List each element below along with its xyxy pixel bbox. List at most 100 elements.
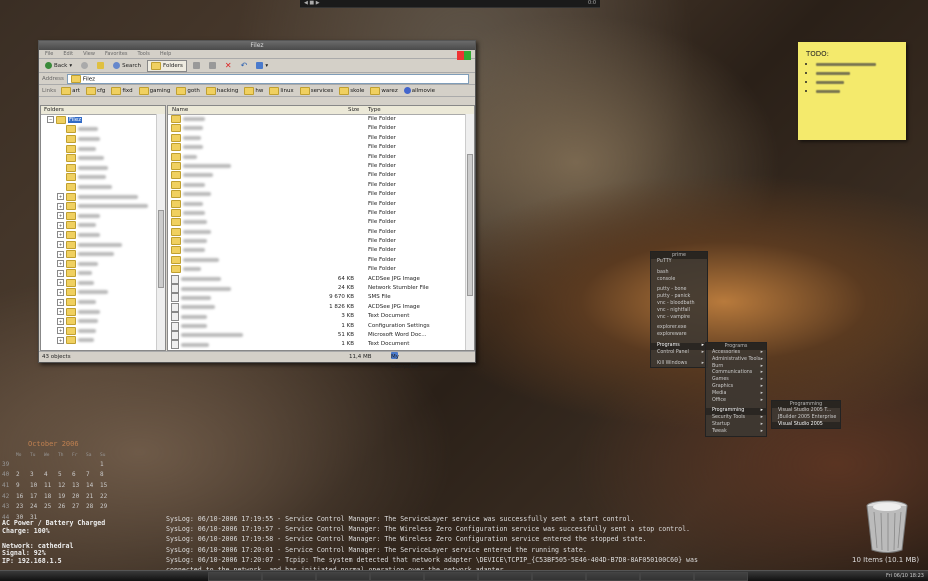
menu-item[interactable]: Office ▸ (706, 398, 766, 405)
menu-item[interactable]: vnc - nightfall (651, 308, 707, 315)
file-row[interactable]: File Folder (168, 133, 466, 143)
file-row[interactable]: 64 KB ACDSee JPG Image (168, 274, 466, 284)
recycle-bin-icon[interactable] (862, 498, 912, 554)
expand-toggle-icon[interactable]: + (57, 241, 64, 249)
menu-item[interactable]: Accessories ▸ (706, 350, 766, 357)
menu-file[interactable]: File (45, 50, 53, 58)
file-row[interactable]: File Folder (168, 265, 466, 274)
link-hacking[interactable]: hacking (205, 86, 242, 95)
menu-item[interactable]: Administrative Tools ▸ (706, 357, 766, 364)
tree-item[interactable]: + (41, 336, 157, 346)
file-row[interactable]: File Folder (168, 152, 466, 162)
delete-button[interactable]: ✕ (222, 61, 235, 71)
menu-item[interactable]: Media ▸ (706, 391, 766, 398)
expand-toggle-icon[interactable]: + (57, 231, 64, 239)
menu-item[interactable]: vnc - bloodbath (651, 301, 707, 308)
expand-toggle-icon[interactable]: + (57, 336, 64, 344)
menu-edit[interactable]: Edit (63, 50, 73, 58)
link-services[interactable]: services (299, 86, 337, 95)
file-row[interactable]: 1 KB Configuration Settings (168, 321, 466, 331)
menu-item[interactable]: Control Panel ▸ (651, 350, 707, 357)
menu-item[interactable]: Games ▸ (706, 377, 766, 384)
expand-toggle-icon[interactable]: + (57, 193, 64, 201)
menu-item[interactable]: Startup ▸ (706, 422, 766, 429)
menu-item[interactable]: Kill Windows ▸ (651, 361, 707, 368)
back-button[interactable]: Back ▾ (42, 61, 75, 71)
link-hw[interactable]: hw (244, 86, 266, 95)
tree-item[interactable]: + (41, 163, 157, 173)
menu-item[interactable]: vnc - vampire (651, 315, 707, 322)
file-row[interactable]: File Folder (168, 218, 466, 227)
expand-toggle-icon[interactable]: + (57, 269, 64, 277)
tree-item[interactable]: + (41, 134, 157, 144)
tree-item[interactable]: + (41, 125, 157, 135)
scroll-thumb[interactable] (467, 154, 473, 296)
views-button[interactable]: ▾ (253, 61, 271, 71)
file-row[interactable]: File Folder (168, 208, 466, 218)
tree-item[interactable]: + (41, 278, 157, 288)
file-row[interactable]: File Folder (168, 237, 466, 246)
tree-item[interactable]: + (41, 230, 157, 240)
column-name-header[interactable]: Name (172, 106, 188, 114)
search-button[interactable]: Search (110, 61, 144, 71)
expand-toggle-icon[interactable]: + (57, 288, 64, 296)
window-title[interactable]: Filez (39, 41, 475, 50)
address-input[interactable]: Filez (66, 73, 469, 84)
expand-toggle-icon[interactable]: + (57, 202, 64, 210)
tree-item[interactable]: + (41, 269, 157, 279)
link-art[interactable]: art (61, 86, 83, 95)
tree-item[interactable]: + (41, 259, 157, 269)
link-cfg[interactable]: cfg (85, 86, 108, 95)
menu-item[interactable]: Graphics ▸ (706, 384, 766, 391)
tree-item[interactable]: + (41, 221, 157, 231)
menu-view[interactable]: View (83, 50, 95, 58)
undo-button[interactable]: ↶ (238, 61, 251, 71)
media-controls-icon[interactable]: ◀ ■ ▶ (304, 0, 320, 6)
forward-button[interactable] (78, 61, 91, 71)
file-row[interactable]: File Folder (168, 246, 466, 255)
link-goth[interactable]: goth (176, 86, 203, 95)
menu-item[interactable]: Visual Studio 2005 (772, 421, 840, 429)
tree-item[interactable]: + (41, 201, 157, 211)
file-row[interactable]: File Folder (168, 180, 466, 190)
expand-toggle-icon[interactable]: + (57, 298, 64, 306)
menu-item[interactable]: putty - panick (651, 294, 707, 301)
tree-item[interactable]: + (41, 173, 157, 183)
file-row[interactable]: 51 KB Microsoft Word Doc... (168, 330, 466, 340)
file-row[interactable]: 3 KB Text Document (168, 312, 466, 322)
move-to-button[interactable] (190, 61, 203, 71)
menu-item[interactable]: Visual Studio 2005 T... (772, 408, 840, 415)
link-linux[interactable]: linux (269, 86, 296, 95)
expand-toggle-icon[interactable]: + (57, 260, 64, 268)
file-row[interactable]: 1 826 KB ACDSee JPG Image (168, 302, 466, 312)
file-row[interactable]: File Folder (168, 227, 466, 237)
expand-toggle-icon[interactable]: + (57, 212, 64, 220)
tree-item[interactable]: + (41, 192, 157, 202)
menu-item[interactable]: Security Tools ▸ (706, 415, 766, 422)
expand-toggle-icon[interactable]: + (57, 279, 64, 287)
file-row[interactable]: File Folder (168, 161, 466, 171)
file-row[interactable]: File Folder (168, 143, 466, 152)
file-row[interactable]: 24 KB Network Stumbler File (168, 284, 466, 294)
expand-toggle-icon[interactable]: + (57, 250, 64, 258)
tree-item[interactable]: + (41, 316, 157, 326)
link-skole[interactable]: skole (339, 86, 367, 95)
menu-help[interactable]: Help (160, 50, 171, 58)
file-row[interactable]: File Folder (168, 115, 466, 124)
expand-toggle-icon[interactable]: + (57, 308, 64, 316)
menu-item[interactable]: Programs ▸ (651, 342, 707, 350)
file-row[interactable]: File Folder (168, 171, 466, 180)
scroll-thumb[interactable] (158, 210, 164, 288)
tree-item[interactable]: + (41, 153, 157, 163)
up-folder-button[interactable] (94, 61, 107, 71)
file-row[interactable]: File Folder (168, 190, 466, 199)
tree-item[interactable]: + (41, 211, 157, 221)
file-row[interactable]: File Folder (168, 255, 466, 265)
menu-item[interactable]: exploreware (651, 332, 707, 339)
menu-item[interactable]: bash (651, 270, 707, 277)
link-warez[interactable]: warez (370, 86, 400, 95)
tree-item[interactable]: + (41, 144, 157, 154)
expand-toggle-icon[interactable]: + (57, 317, 64, 325)
expand-toggle-icon[interactable]: + (57, 327, 64, 335)
expand-toggle-icon[interactable]: − (47, 116, 54, 124)
